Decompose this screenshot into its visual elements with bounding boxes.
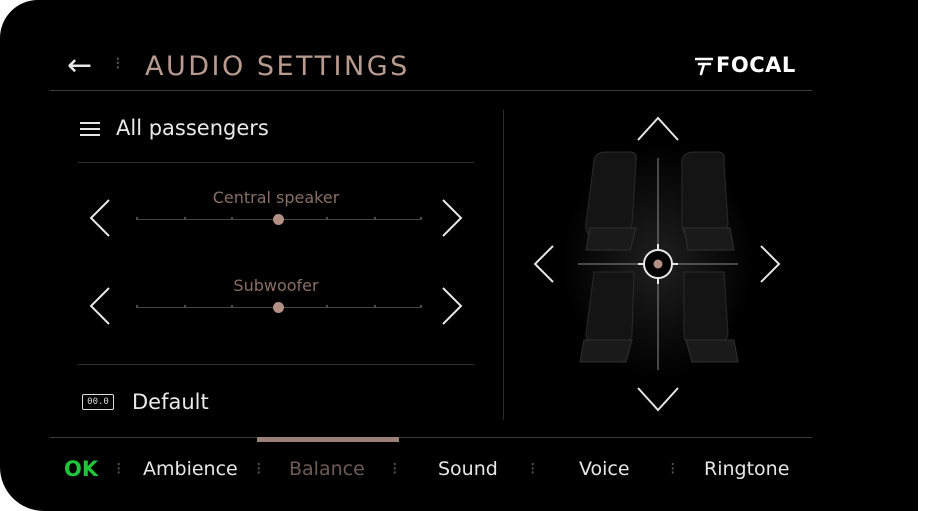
tab-separator: ⁝ xyxy=(530,459,536,479)
central-speaker-label: Central speaker xyxy=(212,188,340,207)
bottom-tab-bar: OK ⁝ Ambience ⁝ Balance ⁝ Sound ⁝ Voice … xyxy=(50,437,812,498)
slider-track[interactable] xyxy=(136,214,422,225)
subwoofer-label: Subwoofer xyxy=(233,276,319,295)
tab-separator: ⁝ xyxy=(670,459,676,479)
chevron-down-icon[interactable] xyxy=(636,386,680,414)
chevron-right-icon[interactable] xyxy=(440,198,464,238)
seat-front-right-icon xyxy=(681,151,735,251)
balance-panel xyxy=(520,100,800,430)
central-speaker-slider[interactable]: Central speaker xyxy=(78,188,474,262)
header-bar: ← ⁝ AUDIO SETTINGS FOCAL xyxy=(50,46,812,91)
back-arrow-icon[interactable]: ← xyxy=(67,48,92,84)
tab-separator: ⁝ xyxy=(116,459,122,479)
tab-separator: ⁝ xyxy=(256,459,262,479)
subwoofer-slider[interactable]: Subwoofer xyxy=(78,276,474,350)
slider-track[interactable] xyxy=(136,302,422,313)
tab-balance[interactable]: Balance xyxy=(289,456,365,482)
seat-front-left-icon xyxy=(585,151,637,251)
chevron-right-icon[interactable] xyxy=(758,244,782,284)
tab-voice[interactable]: Voice xyxy=(579,456,630,482)
ok-button[interactable]: OK xyxy=(64,456,98,482)
active-tab-indicator xyxy=(257,437,399,442)
tab-separator: ⁝ xyxy=(392,459,398,479)
chevron-left-icon[interactable] xyxy=(532,244,556,284)
tab-sound[interactable]: Sound xyxy=(438,456,498,482)
page-title: AUDIO SETTINGS xyxy=(145,51,410,82)
chevron-up-icon[interactable] xyxy=(636,114,680,142)
slider-knob[interactable] xyxy=(273,214,284,225)
tab-ringtone[interactable]: Ringtone xyxy=(704,456,789,482)
brand-name: FOCAL xyxy=(716,53,796,77)
car-seats-diagram[interactable] xyxy=(560,144,760,384)
menu-icon xyxy=(80,122,100,140)
divider xyxy=(78,162,474,163)
audio-settings-screen: ← ⁝ AUDIO SETTINGS FOCAL All passengers … xyxy=(0,0,928,511)
default-label: Default xyxy=(132,390,209,414)
panel-divider xyxy=(503,110,504,420)
header-separator: ⁝ xyxy=(115,53,121,74)
focal-logo: FOCAL xyxy=(694,52,796,78)
focal-logo-icon xyxy=(694,57,714,76)
passengers-label: All passengers xyxy=(116,116,269,140)
tab-ambience[interactable]: Ambience xyxy=(143,456,238,482)
chevron-right-icon[interactable] xyxy=(440,286,464,326)
divider xyxy=(78,364,474,365)
slider-knob[interactable] xyxy=(273,302,284,313)
default-reset-icon: 00.0 xyxy=(82,394,114,410)
